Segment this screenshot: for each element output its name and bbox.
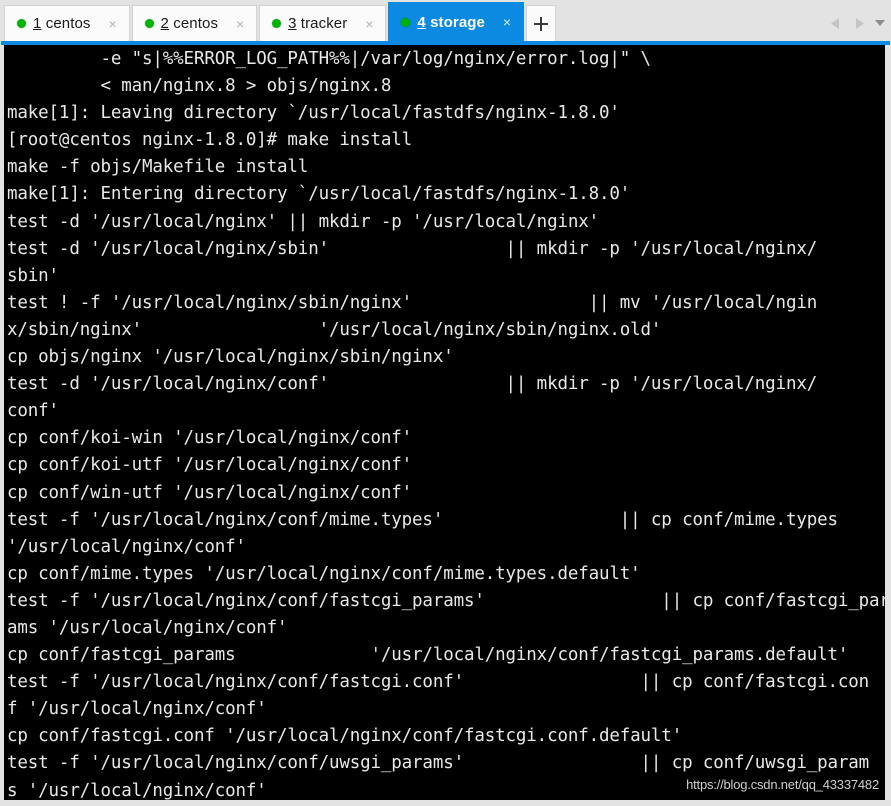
triangle-right-icon (855, 17, 864, 29)
new-tab-button[interactable] (525, 5, 556, 41)
tab-bar-spacer (556, 5, 825, 41)
chevron-down-icon (875, 20, 885, 26)
close-icon[interactable]: × (499, 14, 515, 30)
terminal-output-pane[interactable]: -e "s|%%ERROR_LOG_PATH%%|/var/log/nginx/… (4, 45, 885, 800)
tab-accelerator: 2 (160, 15, 169, 32)
tab-label: 4 storage (417, 14, 485, 31)
tab-accelerator: 4 (417, 13, 426, 31)
tab-2-centos[interactable]: 2 centos × (131, 5, 258, 41)
tab-list-menu-button[interactable] (873, 9, 889, 37)
watermark-text: https://blog.csdn.net/qq_43337482 (686, 777, 879, 792)
tab-label: 1 centos (33, 15, 91, 32)
tab-4-storage[interactable]: 4 storage × (388, 2, 524, 41)
close-icon[interactable]: × (361, 16, 377, 32)
tab-title: storage (430, 13, 485, 31)
tab-bar-controls (825, 5, 891, 41)
connection-status-dot-icon (401, 17, 411, 27)
terminal-frame: -e "s|%%ERROR_LOG_PATH%%|/var/log/nginx/… (0, 45, 891, 806)
connection-status-dot-icon (272, 19, 282, 28)
close-icon[interactable]: × (232, 16, 248, 32)
connection-status-dot-icon (144, 19, 154, 28)
tab-strip: 1 centos × 2 centos × 3 tracker × 4 stor… (4, 0, 556, 41)
triangle-left-icon (830, 17, 839, 29)
close-icon[interactable]: × (105, 16, 121, 32)
tab-3-tracker[interactable]: 3 tracker × (259, 5, 387, 41)
scroll-tabs-right-button[interactable] (849, 9, 869, 37)
connection-status-dot-icon (17, 19, 26, 28)
tab-title: centos (173, 15, 219, 32)
plus-icon (533, 16, 548, 31)
tab-bar: 1 centos × 2 centos × 3 tracker × 4 stor… (0, 0, 891, 41)
tab-title: tracker (300, 15, 348, 32)
tab-accelerator: 1 (33, 15, 42, 32)
tab-1-centos[interactable]: 1 centos × (4, 5, 130, 41)
terminal-output-text: -e "s|%%ERROR_LOG_PATH%%|/var/log/nginx/… (7, 49, 885, 800)
tab-title: centos (45, 15, 91, 32)
scroll-tabs-left-button[interactable] (825, 9, 845, 37)
tab-label: 3 tracker (288, 15, 347, 32)
tab-label: 2 centos (161, 15, 219, 32)
terminal-application-window: 1 centos × 2 centos × 3 tracker × 4 stor… (0, 0, 891, 806)
tab-accelerator: 3 (288, 15, 297, 32)
